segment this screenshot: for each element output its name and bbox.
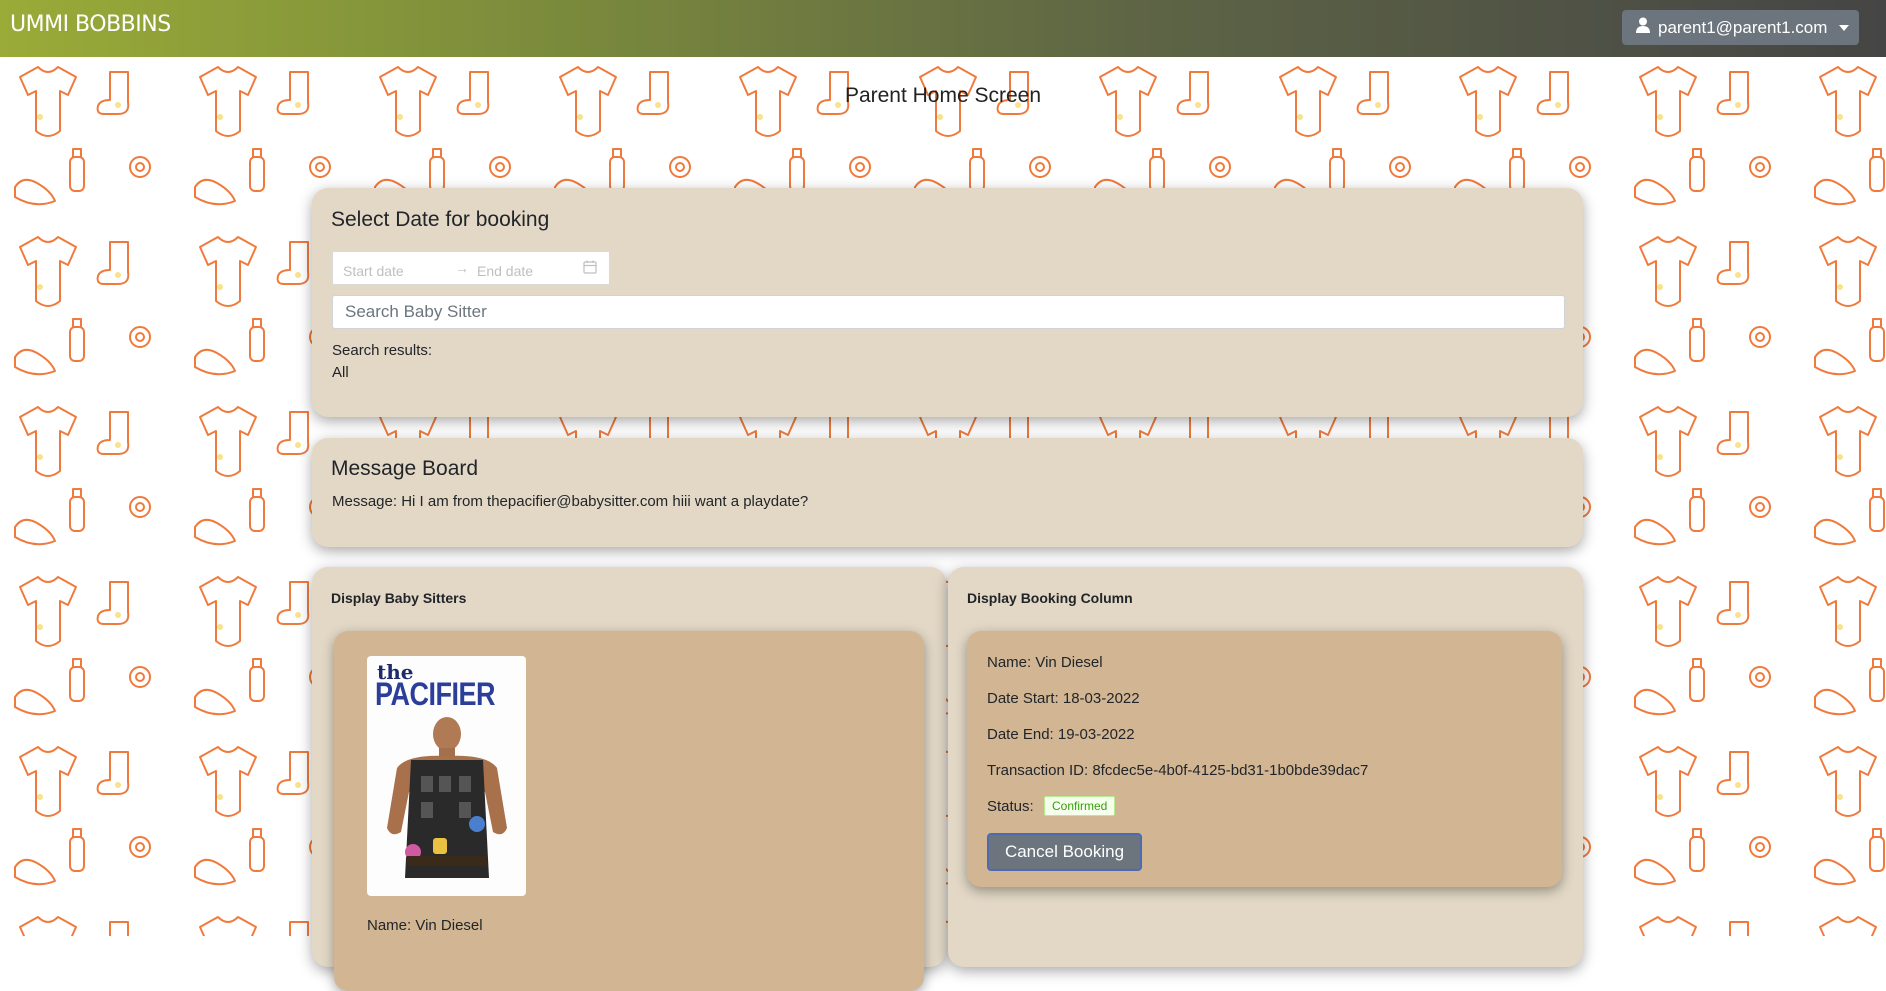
calendar-icon: [583, 260, 597, 277]
cancel-booking-button[interactable]: Cancel Booking: [987, 833, 1142, 871]
poster-figure-image: [387, 717, 507, 878]
start-date-input[interactable]: Start date: [343, 263, 404, 279]
sitter-card[interactable]: the PACIFIER Name: Vin Diesel: [334, 631, 924, 991]
brand-logo[interactable]: UMMI BOBBINS: [10, 12, 171, 37]
booking-transaction-id: Transaction ID: 8fcdec5e-4b0f-4125-bd31-…: [987, 762, 1369, 779]
booking-date-end: Date End: 19-03-2022: [987, 726, 1135, 743]
booking-column-title: Display Booking Column: [967, 590, 1133, 606]
chevron-down-icon: [1839, 24, 1850, 31]
message-text: Message: Hi I am from thepacifier@babysi…: [332, 493, 809, 510]
date-range-picker[interactable]: Start date → End date: [332, 251, 610, 285]
booking-name: Name: Vin Diesel: [987, 654, 1103, 671]
sitter-photo: the PACIFIER: [367, 656, 526, 896]
message-board-title: Message Board: [331, 457, 479, 480]
booking-date-start: Date Start: 18-03-2022: [987, 690, 1140, 707]
status-badge: Confirmed: [1044, 796, 1116, 816]
booking-column-card: Display Booking Column Name: Vin Diesel …: [948, 567, 1583, 967]
booking-item: Name: Vin Diesel Date Start: 18-03-2022 …: [967, 631, 1562, 887]
arrow-right-icon: →: [455, 260, 469, 276]
search-results-label: Search results:: [332, 342, 433, 359]
message-board-card: Message Board Message: Hi I am from thep…: [312, 438, 1583, 547]
search-baby-sitter-input[interactable]: Search Baby Sitter: [332, 295, 1565, 329]
end-date-input[interactable]: End date: [477, 263, 533, 279]
booking-card-title: Select Date for booking: [331, 208, 550, 231]
page-title: Parent Home Screen: [844, 84, 1042, 107]
user-email: parent1@parent1.com: [1658, 17, 1828, 37]
sitter-name: Name: Vin Diesel: [367, 917, 483, 934]
booking-card: Select Date for booking Start date → End…: [312, 188, 1583, 417]
user-menu-button[interactable]: parent1@parent1.com: [1622, 10, 1859, 45]
baby-sitters-card: Display Baby Sitters the PACIFIER Name: …: [312, 567, 946, 991]
baby-sitters-title: Display Baby Sitters: [331, 590, 467, 606]
top-navbar: UMMI BOBBINS parent1@parent1.com: [0, 0, 1886, 57]
search-results-value: All: [332, 364, 349, 381]
booking-status-label: Status:: [987, 798, 1034, 815]
user-icon: [1636, 17, 1650, 38]
